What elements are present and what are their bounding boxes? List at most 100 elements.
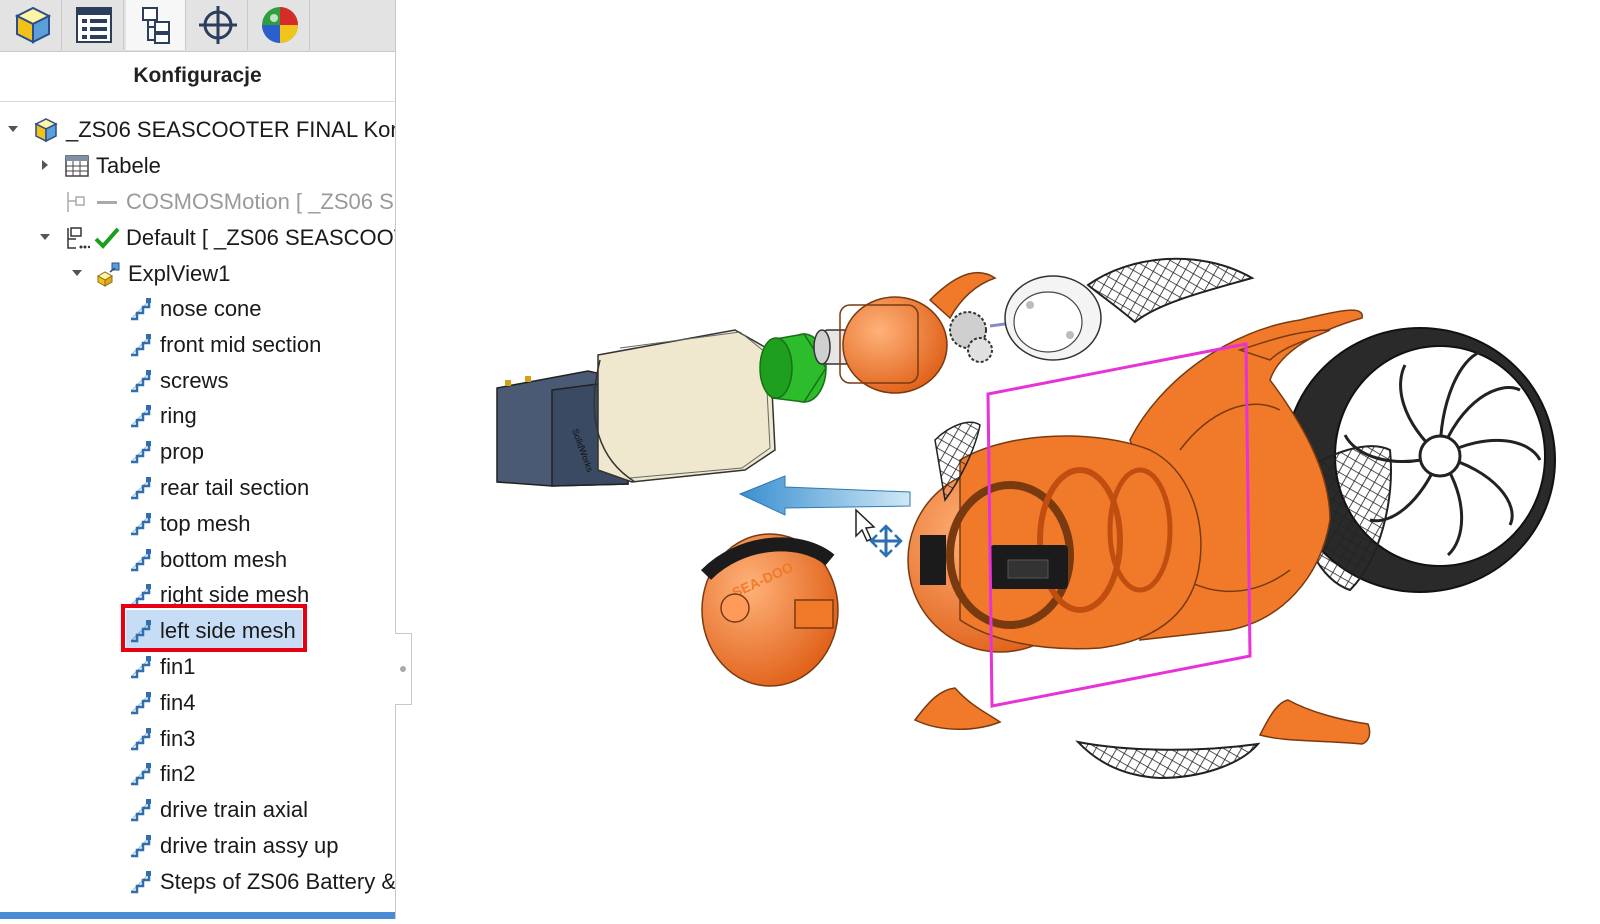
motion-config-icon [67, 192, 85, 212]
configurationmanager-tab[interactable] [126, 0, 186, 50]
move-arrows-icon [869, 524, 903, 558]
tree-item-label: ExplView1 [128, 261, 231, 286]
collapse-toggle-root[interactable] [6, 122, 20, 136]
appearance-sphere-icon [261, 7, 298, 43]
step-label: bottom mesh [160, 546, 288, 572]
tree-item-tables[interactable]: Tabele [64, 149, 161, 183]
explode-step-icon [130, 405, 151, 428]
tree-root-label: _ZS06 SEASCOOTER FINAL Konfig [66, 117, 396, 142]
exploded-view-icon [96, 262, 120, 287]
ring-housing-part[interactable] [1004, 275, 1102, 361]
dimxpert-tab[interactable] [188, 0, 248, 50]
step-label: fin1 [160, 654, 196, 679]
explode-step-steps-of-zs06-battery[interactable]: Steps of ZS06 Battery & [128, 865, 396, 899]
step-label: nose cone [160, 296, 262, 321]
tree-item-label: Default [ _ZS06 SEASCOOT [126, 225, 396, 250]
tree-root-assembly[interactable]: _ZS06 SEASCOOTER FINAL Konfig [32, 113, 396, 147]
crosshair-icon [198, 6, 237, 44]
explode-step-icon [130, 763, 151, 786]
grip-dot [400, 666, 406, 672]
explode-step-fin1[interactable]: fin1 [128, 650, 195, 684]
step-label: ring [160, 403, 197, 429]
chevron-down-icon [8, 126, 18, 132]
step-label: front mid section [160, 331, 322, 357]
display-manager-tab[interactable] [250, 0, 310, 50]
assembly-icon [34, 118, 58, 143]
front-mid-section-part[interactable] [593, 329, 776, 483]
collapse-toggle-explview[interactable] [70, 266, 84, 280]
explode-step-icon [130, 691, 151, 715]
explode-step-icon [130, 333, 151, 357]
step-label: fin2 [160, 761, 196, 787]
bottom-mesh-part[interactable] [1075, 740, 1261, 780]
explode-step-icon [130, 548, 151, 571]
graphics-viewport[interactable]: SolidWorks SEA-DOO [412, 0, 1600, 919]
checkmark-icon [94, 227, 120, 249]
explode-step-icon [130, 298, 151, 321]
explode-step-fin3[interactable]: fin3 [128, 722, 195, 756]
step-label: rear tail section [160, 475, 310, 500]
explode-step-drive-train-assy-up[interactable]: drive train assy up [128, 829, 339, 863]
explode-step-icon [130, 369, 151, 392]
configuration-icon [67, 227, 90, 249]
explode-step-nose-cone[interactable]: nose cone [128, 292, 262, 326]
explode-step-top-mesh[interactable]: top mesh [128, 507, 251, 541]
main-body-part[interactable] [907, 421, 1202, 653]
explode-step-front-mid-section[interactable]: front mid section [128, 328, 321, 362]
panel-bottom-bar [0, 912, 395, 919]
expand-toggle-tables[interactable] [38, 158, 52, 172]
chevron-down-icon [40, 234, 50, 240]
step-label: drive train assy up [160, 833, 339, 858]
step-label: fin4 [160, 689, 196, 715]
red-highlight-box [121, 604, 307, 652]
propertymanager-tab[interactable] [64, 0, 124, 50]
drag-arrow-manipulator[interactable] [738, 475, 911, 516]
dash-icon [97, 201, 117, 204]
top-mesh-part[interactable] [1086, 257, 1255, 324]
exploded-assembly-view: SolidWorks SEA-DOO [496, 257, 1556, 780]
explode-step-icon [130, 727, 151, 750]
mouse-cursor-icon [855, 508, 876, 543]
explode-step-icon [130, 512, 151, 536]
tree-item-default-config[interactable]: Default [ _ZS06 SEASCOOT [64, 221, 396, 255]
front-cap-part[interactable]: SEA-DOO [700, 533, 839, 687]
tree-item-label: COSMOSMotion [ _ZS06 SE [126, 189, 396, 214]
tree-item-cosmosmotion[interactable]: COSMOSMotion [ _ZS06 SE [64, 185, 396, 219]
explode-step-icon [130, 835, 151, 858]
panel-splitter-handle[interactable] [395, 633, 412, 705]
explode-step-drive-train-axial[interactable]: drive train axial [128, 793, 308, 827]
featuremanager-tab[interactable] [2, 0, 62, 50]
step-label: drive train axial [160, 797, 308, 823]
panel-title: Konfiguracje [133, 64, 262, 87]
explode-step-icon [130, 441, 151, 464]
explode-step-prop[interactable]: prop [128, 435, 204, 469]
configuration-tree-icon [141, 7, 170, 44]
tree-item-label: Tabele [96, 153, 161, 178]
explode-step-fin2[interactable]: fin2 [128, 757, 195, 791]
fin-part[interactable] [913, 687, 1002, 730]
explode-step-icon [130, 799, 151, 822]
table-icon [65, 155, 89, 177]
manager-tab-bar [0, 0, 395, 52]
title-divider [0, 101, 395, 102]
fin-part[interactable] [1258, 699, 1371, 745]
step-label: fin3 [160, 725, 196, 751]
property-list-icon [75, 7, 112, 43]
explode-step-screws[interactable]: screws [128, 364, 228, 398]
configuration-manager-panel: Konfiguracje _ZS06 SEASCOOTER FINAL Konf… [0, 0, 396, 919]
explode-step-icon [130, 477, 151, 500]
step-label: Steps of ZS06 Battery & [160, 868, 396, 894]
explode-step-icon [130, 656, 151, 679]
collapse-toggle-default[interactable] [38, 230, 52, 244]
chevron-down-icon [72, 270, 82, 276]
step-label: screws [160, 367, 229, 393]
explode-step-rear-tail-section[interactable]: rear tail section [128, 471, 309, 505]
explode-step-bottom-mesh[interactable]: bottom mesh [128, 543, 287, 577]
explode-step-ring[interactable]: ring [128, 399, 197, 433]
step-label: top mesh [160, 510, 251, 536]
tree-item-explview[interactable]: ExplView1 [96, 257, 230, 291]
part-cube-icon [14, 6, 51, 44]
explode-step-fin4[interactable]: fin4 [128, 686, 195, 720]
chevron-right-icon [42, 160, 48, 170]
step-label: prop [160, 439, 205, 465]
